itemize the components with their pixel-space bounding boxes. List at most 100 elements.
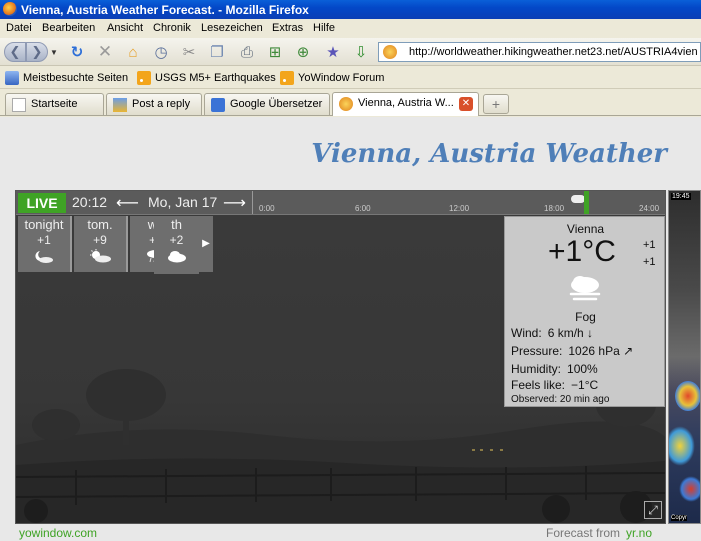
radar-timestamp: 19:45 (671, 193, 691, 200)
time-slider[interactable]: 0:00 6:00 12:00 18:00 24:00 (252, 191, 664, 214)
rss-icon (137, 71, 151, 85)
new-window-button[interactable]: ⊞ (264, 41, 286, 63)
tab-google-translate[interactable]: Google Übersetzer (204, 93, 330, 115)
forecast-temp: +1 (37, 233, 51, 247)
print-button[interactable]: ⎙ (236, 41, 258, 63)
fullscreen-button[interactable]: ⤢ (644, 501, 662, 519)
cloud-icon (167, 251, 186, 263)
forward-button[interactable]: ❯ (26, 42, 48, 62)
menu-chronik[interactable]: Chronik (153, 22, 191, 34)
menu-bearbeiten[interactable]: Bearbeiten (42, 22, 95, 34)
tab-post-a-reply[interactable]: Post a reply (106, 93, 202, 115)
forecast-source: Forecast from yr.no (546, 526, 652, 540)
yowindow-link[interactable]: yowindow.com (19, 526, 97, 540)
new-tab-button[interactable]: + (483, 94, 509, 114)
weather-favicon-icon (339, 97, 353, 111)
next-day-button[interactable]: ⟶ (223, 193, 246, 213)
menu-lesezeichen[interactable]: Lesezeichen (201, 22, 263, 34)
copy-icon: ❐ (210, 44, 224, 61)
timeline-tick: 18:00 (544, 204, 565, 213)
download-icon: ⇩ (354, 44, 368, 61)
home-icon: ⌂ (128, 43, 138, 61)
cut-button[interactable]: ✂ (178, 41, 200, 63)
timeline-tick: 6:00 (355, 204, 371, 213)
feels-like-label: Feels like: (511, 378, 566, 392)
live-button[interactable]: LIVE (18, 193, 66, 213)
forecast-source-link[interactable]: yr.no (626, 526, 652, 540)
menu-extras[interactable]: Extras (272, 22, 303, 34)
printer-icon: ⎙ (240, 43, 253, 61)
time-slider-handle[interactable] (584, 191, 589, 214)
bookmark-folder-icon (5, 71, 19, 85)
copy-button[interactable]: ❐ (206, 41, 228, 63)
current-temperature: +1°C (548, 235, 616, 268)
arrow-left-icon: ⟵ (116, 195, 139, 212)
bookmark-yowindow-forum[interactable]: YoWindow Forum (280, 71, 384, 85)
yowindow-widget[interactable]: LIVE 20:12 ⟵ Mo, Jan 17 ⟶ 0:00 6:00 12:0… (15, 190, 666, 524)
address-bar[interactable]: http://worldweather.hikingweather.net23.… (378, 42, 701, 62)
chevron-down-icon: ▼ (50, 47, 58, 57)
new-tab-icon: ⊕ (296, 44, 310, 61)
forecast-day-label: tonight (24, 217, 64, 232)
download-button[interactable]: ⇩ (350, 41, 372, 63)
stop-x-icon: ✕ (97, 42, 113, 61)
radar-echo (675, 381, 700, 411)
tab-startseite[interactable]: Startseite (5, 93, 104, 115)
humidity-label: Humidity: (511, 362, 562, 376)
forecast-icon-cell (154, 247, 199, 274)
fog-icon (569, 276, 601, 301)
bookmark-star-icon: ★ (326, 44, 340, 61)
history-dropdown-button[interactable]: ▼ (48, 41, 60, 63)
cloud-icon (571, 195, 585, 203)
widget-top-bar: LIVE 20:12 ⟵ Mo, Jan 17 ⟶ 0:00 6:00 12:0… (16, 191, 665, 215)
url-text[interactable]: http://worldweather.hikingweather.net23.… (409, 46, 698, 58)
menu-datei[interactable]: Datei (6, 22, 32, 34)
forecast-day-tonight[interactable]: tonight +1 (18, 216, 72, 272)
bookmark-button[interactable]: ★ (322, 41, 344, 63)
temp-low: +1 (643, 256, 656, 268)
window-titlebar: Vienna, Austria Weather Forecast. - Mozi… (0, 0, 701, 19)
radar-echo (669, 426, 695, 466)
menu-hilfe[interactable]: Hilfe (313, 22, 335, 34)
radar-image[interactable]: 19:45 Copyr (668, 190, 701, 524)
pressure-label: Pressure: (511, 344, 563, 358)
forecast-day-th[interactable]: th +2 (154, 216, 199, 274)
current-time: 20:12 (72, 194, 108, 210)
forecast-day-tomorrow[interactable]: tom. +9 (74, 216, 128, 272)
tab-vienna-weather[interactable]: Vienna, Austria W... ✕ (332, 92, 479, 116)
back-button[interactable]: ❮ (4, 42, 26, 62)
home-button[interactable]: ⌂ (122, 41, 144, 63)
bookmarks-toolbar: Meistbesuchte Seiten USGS M5+ Earthquake… (0, 67, 701, 89)
forecast-next-button[interactable]: ▶ (199, 216, 213, 272)
reload-button[interactable]: ↻ (66, 41, 88, 63)
reload-icon: ↻ (70, 44, 84, 61)
close-tab-icon[interactable]: ✕ (459, 97, 473, 111)
arrow-left-icon: ❮ (9, 44, 21, 59)
current-conditions-panel: Vienna +1°C +1 +1 Fog Wind: 6 km/h ↓ Pres… (504, 216, 665, 407)
radar-echo (679, 476, 700, 502)
wind-row: Wind: 6 km/h ↓ (511, 326, 593, 340)
feels-like-value: −1°C (571, 378, 599, 392)
bookmark-label: USGS M5+ Earthquakes (155, 72, 276, 84)
sun-cloud-icon (90, 249, 111, 263)
pressure-value: 1026 hPa ↗ (568, 344, 634, 358)
bookmark-most-visited[interactable]: Meistbesuchte Seiten (5, 71, 128, 85)
forecast-temp: +9 (93, 233, 107, 247)
observed-time: Observed: 20 min ago (511, 394, 610, 405)
page-content: Vienna, Austria Weather LIVE 20:12 ⟵ Mo,… (0, 117, 701, 541)
temp-high: +1 (643, 239, 656, 251)
history-button[interactable]: ◷ (150, 41, 172, 63)
menu-bar: Datei Bearbeiten Ansicht Chronik Lesezei… (0, 19, 701, 38)
new-tab-toolbar-button[interactable]: ⊕ (292, 41, 314, 63)
rss-icon (280, 71, 294, 85)
pressure-row: Pressure: 1026 hPa ↗ (511, 344, 633, 358)
stop-button[interactable]: ✕ (94, 41, 116, 63)
menu-ansicht[interactable]: Ansicht (107, 22, 143, 34)
firefox-logo-icon (3, 2, 17, 16)
current-date: Mo, Jan 17 (148, 194, 218, 210)
bookmark-usgs[interactable]: USGS M5+ Earthquakes (137, 71, 276, 85)
humidity-row: Humidity: 100% (511, 362, 598, 376)
previous-day-button[interactable]: ⟵ (116, 193, 139, 213)
forecast-temp: +2 (154, 232, 199, 247)
new-window-icon: ⊞ (268, 44, 282, 61)
